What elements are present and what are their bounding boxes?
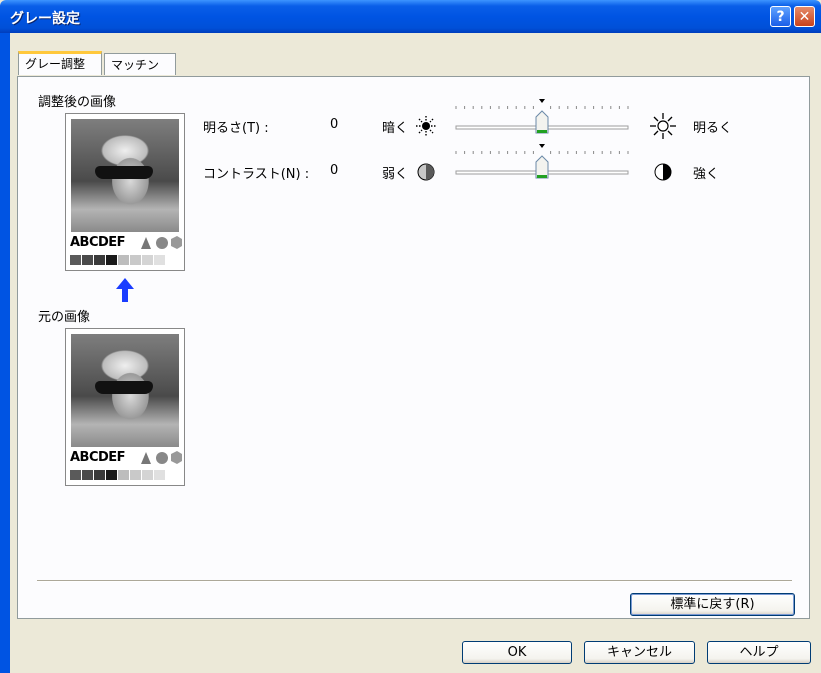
gray-swatch	[106, 470, 117, 480]
slider-thumb[interactable]	[535, 110, 549, 134]
sample-shapes-icon	[141, 451, 182, 464]
tab-gray-adjust[interactable]: グレー調整	[18, 51, 102, 75]
contrast-label: コントラスト(N) :	[203, 167, 310, 182]
contrast-high-label: 強く	[693, 167, 720, 182]
gray-swatch	[130, 255, 141, 265]
title-bar: グレー設定 ? ✕	[0, 0, 821, 33]
gray-swatch	[94, 470, 105, 480]
tab-matching[interactable]: マッチング	[104, 53, 176, 94]
gray-swatch	[118, 470, 129, 480]
gray-settings-dialog: グレー設定 ? ✕ グレー調整 マッチング 調整後の画像 ABCDEF 元の画像…	[0, 0, 821, 673]
gray-swatches	[70, 254, 166, 265]
center-marker-icon	[539, 144, 545, 148]
sample-text: ABCDEF	[70, 235, 126, 250]
help-icon[interactable]: ?	[770, 6, 791, 27]
gray-swatch	[142, 470, 153, 480]
gray-swatch	[70, 255, 81, 265]
slider-thumb-accent	[537, 175, 547, 178]
gray-swatch	[82, 255, 93, 265]
gray-swatch	[82, 470, 93, 480]
gray-swatch	[70, 470, 81, 480]
gray-swatch	[154, 470, 165, 480]
brightness-low-label: 暗く	[382, 121, 409, 136]
bright-sun-icon	[650, 113, 676, 139]
contrast-value: 0	[330, 163, 339, 178]
gray-swatch	[94, 255, 105, 265]
brightness-slider[interactable]	[452, 96, 632, 136]
help-button[interactable]: ヘルプ	[707, 641, 811, 664]
original-image-preview: ABCDEF	[65, 328, 185, 486]
reset-to-default-button[interactable]: 標準に戻す(R)	[630, 593, 795, 616]
ok-button[interactable]: OK	[462, 641, 572, 664]
sample-text: ABCDEF	[70, 450, 126, 465]
brightness-high-label: 明るく	[693, 121, 733, 136]
slider-thumb-accent	[537, 130, 547, 133]
gray-swatch	[154, 255, 165, 265]
adjusted-image-label: 調整後の画像	[38, 95, 117, 110]
close-icon[interactable]: ✕	[794, 6, 815, 27]
gray-swatch	[142, 255, 153, 265]
contrast-low-label: 弱く	[382, 167, 409, 182]
low-contrast-icon	[417, 163, 435, 181]
adjusted-image-preview: ABCDEF	[65, 113, 185, 271]
original-image-label: 元の画像	[38, 310, 91, 325]
preview-photo	[71, 334, 179, 447]
sample-shapes-icon	[141, 236, 182, 249]
gray-swatches	[70, 469, 166, 480]
preview-photo	[71, 119, 179, 232]
cancel-button[interactable]: キャンセル	[584, 641, 695, 664]
contrast-slider[interactable]	[452, 141, 632, 181]
high-contrast-icon	[654, 163, 672, 181]
window-title: グレー設定	[10, 11, 80, 27]
gray-swatch	[118, 255, 129, 265]
window-frame-left	[0, 33, 10, 673]
brightness-value: 0	[330, 117, 339, 132]
center-marker-icon	[539, 99, 545, 103]
gray-swatch	[130, 470, 141, 480]
divider	[37, 580, 792, 582]
dim-sun-icon	[416, 116, 436, 136]
up-arrow-icon	[116, 278, 134, 302]
brightness-label: 明るさ(T) :	[203, 121, 269, 136]
slider-thumb[interactable]	[535, 155, 549, 179]
gray-swatch	[106, 255, 117, 265]
